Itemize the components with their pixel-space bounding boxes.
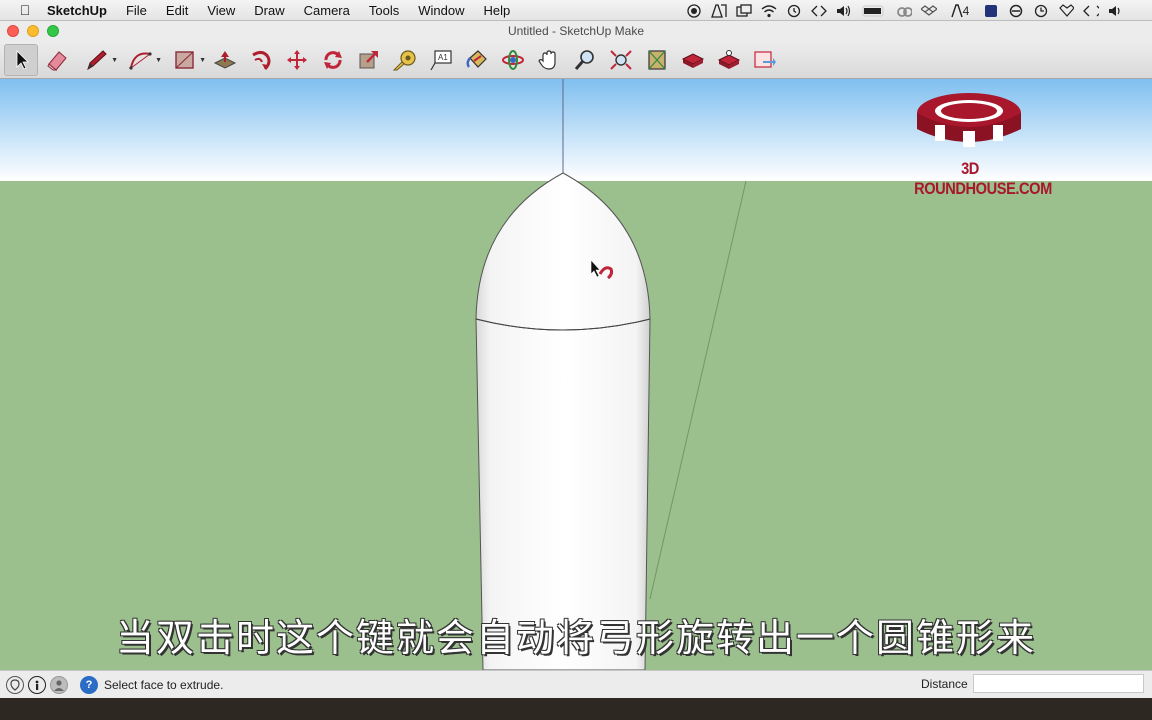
3d-warehouse-tool[interactable] (640, 44, 674, 76)
paint-bucket-tool[interactable] (460, 44, 494, 76)
eraser-tool[interactable] (40, 44, 74, 76)
arc-dropdown-icon[interactable]: ▼ (155, 57, 162, 64)
tape-measure-tool[interactable] (388, 44, 422, 76)
push-pull-tool[interactable] (208, 44, 242, 76)
menu-edit[interactable]: Edit (166, 3, 188, 18)
maximize-window-button[interactable] (47, 25, 59, 37)
close-window-button[interactable] (7, 25, 19, 37)
status-message: Select face to extrude. (104, 677, 224, 692)
rotate-icon (324, 50, 342, 69)
text-icon: A1 (430, 49, 452, 70)
push-pull-icon (213, 50, 237, 69)
volume-icon[interactable] (836, 4, 852, 18)
arc-icon (129, 51, 152, 70)
pencil-icon (87, 49, 107, 70)
rotate-tool[interactable] (316, 44, 350, 76)
roundhouse-logo-icon (917, 93, 1021, 147)
credits-info-icon[interactable] (28, 675, 46, 694)
wifi-icon[interactable] (761, 4, 777, 18)
dropbox-icon[interactable] (921, 4, 937, 18)
menu-bar:  SketchUp File Edit View Draw Camera To… (0, 0, 1152, 21)
menu-camera[interactable]: Camera (304, 3, 350, 18)
history-clock-icon[interactable] (1033, 4, 1049, 18)
pencil-tool[interactable]: ▼ (76, 44, 118, 76)
orbit-icon (502, 49, 524, 70)
screen-capture-icon[interactable] (736, 3, 752, 18)
paint-bucket-icon (466, 49, 487, 68)
status-bar: ? Select face to extrude. Distance (0, 670, 1152, 698)
arrow-cursor-icon (16, 49, 29, 70)
zoom-extents-icon (610, 49, 632, 70)
window-title-bar: Untitled - SketchUp Make (0, 21, 1152, 41)
user-account-icon[interactable] (50, 675, 68, 694)
share-model-tool[interactable] (712, 44, 746, 76)
rectangle-dropdown-icon[interactable]: ▼ (199, 57, 206, 64)
extension-icon (681, 52, 705, 68)
arc-tool[interactable]: ▼ (120, 44, 162, 76)
green-axis-line (649, 180, 747, 600)
eraser-icon (47, 50, 67, 71)
zoom-tool[interactable] (568, 44, 602, 76)
code-brackets-icon[interactable] (811, 4, 827, 18)
tape-measure-icon (392, 49, 416, 70)
code-brackets-icon-2[interactable] (1083, 4, 1099, 18)
scale-icon (359, 50, 378, 68)
menu-draw[interactable]: Draw (254, 3, 284, 18)
logo-text: 3D ROUNDHOUSE.COM (914, 159, 1052, 198)
sync-circle-icon[interactable] (1008, 4, 1024, 18)
instructor-help-icon[interactable]: ? (80, 675, 98, 694)
adobe-icon[interactable] (711, 3, 727, 18)
apple-menu-icon[interactable]:  (16, 2, 34, 18)
menu-view[interactable]: View (207, 3, 235, 18)
layout-icon (754, 50, 776, 68)
send-to-layout-tool[interactable] (748, 44, 782, 76)
heart-icon[interactable] (1058, 3, 1074, 18)
speaker-icon[interactable] (1108, 4, 1124, 18)
share-model-icon (717, 49, 741, 69)
follow-me-tool[interactable] (244, 44, 278, 76)
menu-file[interactable]: File (126, 3, 147, 18)
creative-cloud-icon[interactable] (896, 4, 912, 18)
extension-warehouse-tool[interactable] (676, 44, 710, 76)
pencil-dropdown-icon[interactable]: ▼ (111, 57, 118, 64)
rectangle-icon (175, 50, 194, 69)
follow-me-icon (252, 50, 271, 70)
time-machine-icon[interactable] (786, 4, 802, 18)
zoom-icon (574, 49, 594, 70)
desktop-background-strip (0, 698, 1152, 720)
text-tool[interactable]: A1 (424, 44, 458, 76)
menu-tools[interactable]: Tools (369, 3, 399, 18)
main-toolbar: ▼ ▼ ▼ A1 (0, 41, 1152, 79)
menu-extras: 4 (686, 0, 1124, 21)
battery-icon[interactable] (861, 4, 887, 18)
scale-tool[interactable] (352, 44, 386, 76)
record-icon[interactable] (686, 3, 702, 18)
app-square-icon[interactable] (983, 4, 999, 18)
modeling-viewport[interactable]: 3D ROUNDHOUSE.COM 当双击时这个键就会自动将弓形旋转出一个圆锥形… (0, 79, 1152, 670)
3d-roundhouse-logo: 3D ROUNDHOUSE.COM (905, 91, 1052, 198)
rectangle-tool[interactable]: ▼ (164, 44, 206, 76)
move-icon (287, 49, 307, 70)
move-tool[interactable] (280, 44, 314, 76)
warehouse-icon (648, 49, 666, 70)
text-tool-label: A1 (438, 53, 448, 62)
measurements-label: Distance (921, 677, 968, 691)
minimize-window-button[interactable] (27, 25, 39, 37)
menu-window[interactable]: Window (418, 3, 464, 18)
pan-hand-icon (538, 49, 556, 70)
measurements-input[interactable] (973, 674, 1144, 693)
video-subtitle: 当双击时这个键就会自动将弓形旋转出一个圆锥形来 (115, 616, 1036, 660)
menu-help[interactable]: Help (483, 3, 510, 18)
adobe-notifications-icon[interactable]: 4 (946, 4, 974, 18)
orbit-tool[interactable] (496, 44, 530, 76)
cone-nose[interactable] (475, 172, 651, 331)
window-controls (7, 25, 59, 37)
zoom-extents-tool[interactable] (604, 44, 638, 76)
pan-tool[interactable] (532, 44, 566, 76)
geolocation-icon[interactable] (6, 675, 24, 694)
menu-app-name[interactable]: SketchUp (47, 3, 107, 18)
window-title: Untitled - SketchUp Make (507, 24, 645, 38)
select-tool[interactable] (4, 43, 38, 76)
notification-count: 4 (962, 3, 970, 18)
